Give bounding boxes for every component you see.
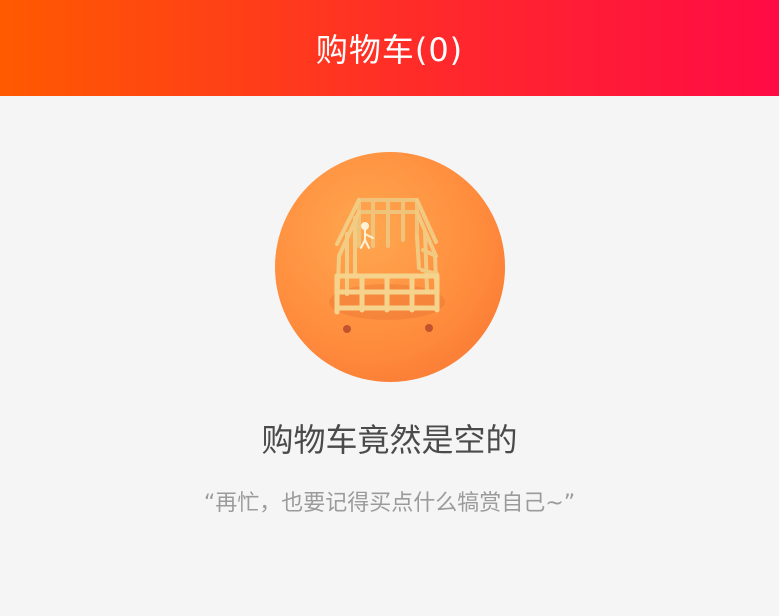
empty-cart-icon	[275, 152, 505, 382]
empty-cart-subtitle: “再忙，也要记得买点什么犒赏自己~”	[203, 491, 576, 516]
page-title: 购物车(0)	[315, 31, 464, 69]
top-header: 购物车(0)	[0, 0, 779, 96]
empty-cart-panel: 购物车竟然是空的 “再忙，也要记得买点什么犒赏自己~”	[0, 96, 779, 616]
empty-cart-illustration	[275, 152, 505, 382]
empty-cart-title: 购物车竟然是空的	[261, 421, 518, 459]
